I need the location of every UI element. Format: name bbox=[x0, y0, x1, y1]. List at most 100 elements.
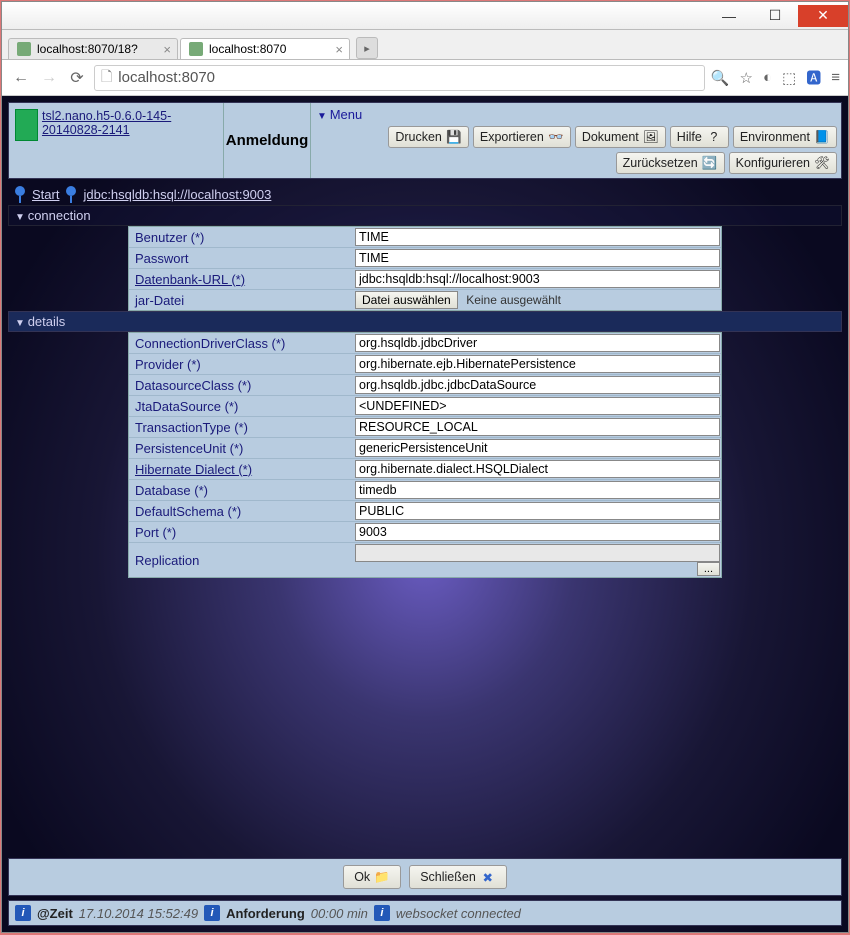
new-tab-button[interactable]: ▸ bbox=[356, 37, 378, 59]
glasses-icon: 👓 bbox=[548, 130, 564, 144]
pu-input[interactable] bbox=[355, 439, 720, 457]
driver-input[interactable] bbox=[355, 334, 720, 352]
status-bar: i @Zeit 17.10.2014 15:52:49 i Anforderun… bbox=[8, 900, 842, 926]
driver-label: ConnectionDriverClass (*) bbox=[129, 334, 354, 353]
app-version-link[interactable]: tsl2.nano.h5-0.6.0-145-20140828-2141 bbox=[42, 109, 217, 137]
breadcrumb-path[interactable]: jdbc:hsqldb:hsql://localhost:9003 bbox=[83, 187, 271, 202]
info-icon: i bbox=[15, 905, 31, 921]
replication-browse-button[interactable]: ... bbox=[697, 562, 720, 576]
url-bar[interactable]: 🗋 localhost:8070 bbox=[94, 65, 705, 91]
maximize-button[interactable]: ☐ bbox=[752, 5, 798, 27]
replication-input[interactable] bbox=[355, 544, 720, 562]
favicon-icon bbox=[189, 42, 203, 56]
txn-label: TransactionType (*) bbox=[129, 418, 354, 437]
browser-tab-bar: localhost:8070/18? × localhost:8070 × ▸ bbox=[2, 30, 848, 60]
replication-label: Replication bbox=[129, 551, 354, 570]
minimize-button[interactable]: — bbox=[706, 5, 752, 27]
txn-input[interactable] bbox=[355, 418, 720, 436]
status-req-value: 00:00 min bbox=[311, 906, 368, 921]
app-logo-icon bbox=[15, 109, 38, 141]
save-disk-icon: 💾 bbox=[446, 130, 462, 144]
document-icon: 📘 bbox=[814, 130, 830, 144]
favicon-icon bbox=[17, 42, 31, 56]
reload-button[interactable]: ⟳ bbox=[66, 67, 88, 89]
back-button[interactable]: ← bbox=[10, 67, 32, 89]
footer-actions: Ok📁 Schließen✖ bbox=[8, 858, 842, 896]
star-icon[interactable]: ☆ bbox=[740, 69, 753, 87]
status-time-label: @Zeit bbox=[37, 906, 73, 921]
tab-label: localhost:8070 bbox=[209, 42, 286, 56]
schema-input[interactable] bbox=[355, 502, 720, 520]
section-connection-header[interactable]: connection bbox=[8, 205, 842, 226]
user-label: Benutzer (*) bbox=[129, 228, 354, 247]
section-details-header[interactable]: details bbox=[8, 311, 842, 332]
dburl-input[interactable] bbox=[355, 270, 720, 288]
jta-label: JtaDataSource (*) bbox=[129, 397, 354, 416]
document-button[interactable]: Dokument🖼 bbox=[575, 126, 666, 148]
pin-icon bbox=[12, 185, 28, 203]
environment-button[interactable]: Environment📘 bbox=[733, 126, 837, 148]
menu-header[interactable]: Menu bbox=[313, 105, 839, 124]
help-button[interactable]: Hilfe? bbox=[670, 126, 729, 148]
cast-icon[interactable]: ⬚ bbox=[782, 69, 796, 87]
details-form: ConnectionDriverClass (*) Provider (*) D… bbox=[128, 332, 722, 578]
jar-label: jar-Datei bbox=[129, 291, 354, 310]
status-time-value: 17.10.2014 15:52:49 bbox=[79, 906, 198, 921]
pin-icon bbox=[63, 185, 79, 203]
tools-icon: 🛠 bbox=[814, 156, 830, 170]
window-close-button[interactable]: ✕ bbox=[798, 5, 848, 27]
browser-nav-bar: ← → ⟳ 🗋 localhost:8070 🔍 ☆ ◐ ⬚ 🅰 ≡ bbox=[2, 60, 848, 96]
provider-label: Provider (*) bbox=[129, 355, 354, 374]
configure-button[interactable]: Konfigurieren🛠 bbox=[729, 152, 837, 174]
provider-input[interactable] bbox=[355, 355, 720, 373]
breadcrumb-start[interactable]: Start bbox=[32, 187, 59, 202]
password-label: Passwort bbox=[129, 249, 354, 268]
user-input[interactable] bbox=[355, 228, 720, 246]
info-icon: i bbox=[204, 905, 220, 921]
page-title: Anmeldung bbox=[223, 103, 311, 178]
forward-button[interactable]: → bbox=[38, 67, 60, 89]
folder-icon: 📁 bbox=[374, 870, 390, 884]
translate-icon[interactable]: 🅰 bbox=[806, 67, 821, 88]
window-titlebar: — ☐ ✕ bbox=[2, 2, 848, 30]
dialect-label[interactable]: Hibernate Dialect (*) bbox=[129, 460, 354, 479]
db-input[interactable] bbox=[355, 481, 720, 499]
close-x-icon: ✖ bbox=[480, 870, 496, 884]
dburl-label[interactable]: Datenbank-URL (*) bbox=[129, 270, 354, 289]
refresh-icon: 🔄 bbox=[702, 156, 718, 170]
search-icon[interactable]: 🔍 bbox=[711, 69, 730, 87]
file-status: Keine ausgewählt bbox=[462, 293, 565, 307]
tab-close-icon[interactable]: × bbox=[335, 42, 343, 57]
breadcrumb: Start jdbc:hsqldb:hsql://localhost:9003 bbox=[8, 183, 842, 205]
url-text: localhost:8070 bbox=[118, 69, 215, 86]
pu-label: PersistenceUnit (*) bbox=[129, 439, 354, 458]
print-button[interactable]: Drucken💾 bbox=[388, 126, 469, 148]
close-button[interactable]: Schließen✖ bbox=[409, 865, 507, 889]
password-input[interactable] bbox=[355, 249, 720, 267]
status-req-label: Anforderung bbox=[226, 906, 305, 921]
connection-form: Benutzer (*) Passwort Datenbank-URL (*) … bbox=[128, 226, 722, 311]
ok-button[interactable]: Ok📁 bbox=[343, 865, 401, 889]
export-button[interactable]: Exportieren👓 bbox=[473, 126, 571, 148]
port-label: Port (*) bbox=[129, 523, 354, 542]
file-choose-button[interactable]: Datei auswählen bbox=[355, 291, 458, 309]
page-icon: 🗋 bbox=[101, 66, 112, 90]
image-icon: 🖼 bbox=[643, 130, 659, 144]
port-input[interactable] bbox=[355, 523, 720, 541]
dsclass-label: DatasourceClass (*) bbox=[129, 376, 354, 395]
question-icon: ? bbox=[706, 130, 722, 144]
app-header: tsl2.nano.h5-0.6.0-145-20140828-2141 Anm… bbox=[8, 102, 842, 179]
reset-button[interactable]: Zurücksetzen🔄 bbox=[616, 152, 725, 174]
browser-tab-0[interactable]: localhost:8070/18? × bbox=[8, 38, 178, 59]
menu-icon[interactable]: ≡ bbox=[831, 69, 840, 86]
jta-input[interactable] bbox=[355, 397, 720, 415]
status-websocket: websocket connected bbox=[396, 906, 521, 921]
tab-close-icon[interactable]: × bbox=[163, 42, 171, 57]
contrast-icon[interactable]: ◐ bbox=[763, 69, 772, 86]
schema-label: DefaultSchema (*) bbox=[129, 502, 354, 521]
dialect-input[interactable] bbox=[355, 460, 720, 478]
browser-tab-1[interactable]: localhost:8070 × bbox=[180, 38, 350, 59]
info-icon: i bbox=[374, 905, 390, 921]
dsclass-input[interactable] bbox=[355, 376, 720, 394]
db-label: Database (*) bbox=[129, 481, 354, 500]
